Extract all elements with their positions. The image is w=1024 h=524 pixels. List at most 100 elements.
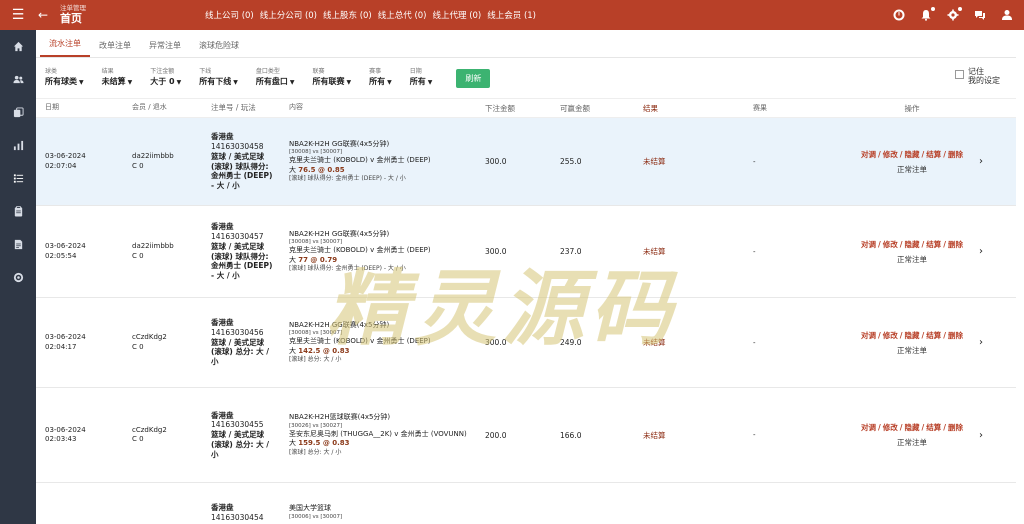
- filter-event[interactable]: 赛事 所有 ▼: [369, 69, 392, 87]
- bet-type-line: (滚球) 总分: 大 /: [211, 439, 269, 449]
- swap-button[interactable]: 对调: [861, 423, 876, 432]
- bet-time: 02:07:04: [45, 161, 77, 170]
- col-result: 结果: [643, 103, 658, 113]
- member-name: da22iimbbb: [132, 242, 174, 251]
- sidebar-item-bets[interactable]: [0, 162, 36, 195]
- date-cell: 03-06-2024 02:05:54: [36, 242, 132, 260]
- chevron-right-icon[interactable]: ›: [971, 430, 991, 441]
- league-name: 美国大学篮球: [289, 504, 331, 513]
- bell-icon[interactable]: [919, 7, 935, 22]
- sidebar-item-home[interactable]: [0, 30, 36, 63]
- filter-value: 大于 0: [150, 76, 175, 86]
- sidebar-item-users[interactable]: [0, 63, 36, 96]
- delete-button[interactable]: 删除: [948, 240, 963, 249]
- market-type: 香港盘: [211, 410, 234, 420]
- settle-button[interactable]: 结算: [926, 423, 941, 432]
- bet-type-line: 小: [211, 357, 219, 367]
- caret-down-icon: ▼: [387, 78, 392, 86]
- edit-button[interactable]: 修改: [883, 331, 898, 340]
- hide-button[interactable]: 隐藏: [905, 331, 920, 340]
- market-type: 香港盘: [211, 132, 234, 142]
- online-shareholder-link[interactable]: 线上股东 (0): [323, 9, 372, 21]
- online-member-link[interactable]: 线上会员 (1): [487, 9, 536, 21]
- online-company-link[interactable]: 线上公司 (0): [205, 9, 254, 21]
- filter-value: 所有盘口: [255, 76, 288, 86]
- back-arrow-icon[interactable]: ←: [36, 8, 50, 22]
- settings-icon[interactable]: [946, 7, 962, 22]
- sidebar-item-copy[interactable]: [0, 96, 36, 129]
- hide-button[interactable]: 隐藏: [905, 423, 920, 432]
- tab-abnormal-bets[interactable]: 异常注单: [140, 40, 190, 57]
- hide-button[interactable]: 隐藏: [905, 240, 920, 249]
- chevron-right-icon[interactable]: ›: [971, 156, 991, 167]
- bet-amount: 200.0: [485, 430, 507, 440]
- copy-icon: [13, 107, 24, 118]
- filter-date[interactable]: 日期 所有 ▼: [410, 69, 433, 87]
- col-order: 注单号 / 玩法: [211, 103, 256, 113]
- table-row[interactable]: 03-06-2024 02:07:04 da22iimbbb C 0 香港盘 141630…: [36, 118, 1016, 206]
- table-row[interactable]: 03-06-2024 02:05:54 da22iimbbb C 0 香港盘 141630…: [36, 206, 1016, 298]
- bet-odds-line: 大 142.5 @ 0.83: [289, 347, 485, 356]
- delete-button[interactable]: 删除: [948, 423, 963, 432]
- action-links: 对调 / 修改 / 隐藏 / 结算 / 删除: [861, 330, 963, 340]
- sidebar-item-security[interactable]: [0, 261, 36, 294]
- swap-button[interactable]: 对调: [861, 331, 876, 340]
- settle-button[interactable]: 结算: [926, 150, 941, 159]
- caret-down-icon: ▼: [346, 78, 352, 86]
- edit-button[interactable]: 修改: [883, 240, 898, 249]
- tab-live-danger-ball[interactable]: 滚球危险球: [190, 40, 248, 57]
- edit-button[interactable]: 修改: [883, 423, 898, 432]
- filter-sport[interactable]: 球类 所有球类 ▼: [45, 69, 84, 87]
- hide-button[interactable]: 隐藏: [905, 150, 920, 159]
- filter-label: 下线: [199, 68, 212, 76]
- sidebar-item-reports[interactable]: [0, 129, 36, 162]
- refresh-button[interactable]: 刷新: [456, 68, 491, 88]
- remember-label: 记住 我的设定: [968, 67, 1000, 85]
- table-row[interactable]: 香港盘 14163030454 美国大学篮球 [30006] vs [30007]: [36, 483, 1016, 524]
- bet-odds-line: 大 159.5 @ 0.83: [289, 439, 485, 448]
- filter-result[interactable]: 结果 未结算 ▼: [102, 69, 133, 87]
- online-general-agent-link[interactable]: 线上总代 (0): [378, 9, 427, 21]
- bet-type-line: - 大 / 小: [211, 181, 240, 190]
- tab-flow-bets[interactable]: 流水注单: [40, 38, 90, 57]
- delete-button[interactable]: 删除: [948, 331, 963, 340]
- member-rebate: C 0: [132, 435, 144, 443]
- col-member: 会员 / 退水: [132, 103, 167, 112]
- match-teams: 克里夫兰骑士 (KOBOLD) v 金州勇士 (DEEP): [289, 337, 431, 346]
- filter-market-type[interactable]: 盘口类型 所有盘口 ▼: [256, 69, 295, 87]
- bet-type-line: (滚球) 球队得分:: [211, 161, 269, 171]
- bet-detail: [滚球] 球队得分: 金州勇士 (DEEP) - 大 / 小: [289, 175, 406, 183]
- bet-amount: 300.0: [485, 157, 507, 166]
- chat-icon[interactable]: [973, 8, 987, 22]
- remember-checkbox[interactable]: [955, 70, 964, 79]
- edit-button[interactable]: 修改: [883, 150, 898, 159]
- online-agent-link[interactable]: 线上代理 (0): [433, 9, 482, 21]
- filter-bet-amount[interactable]: 下注金额 大于 0 ▼: [150, 69, 181, 87]
- main-content: 流水注单 改单注单 异常注单 滚球危险球 球类 所有球类 ▼ 结果 未结算 ▼ 下注…: [36, 30, 1016, 524]
- bet-type-line: 金州勇士 (DEEP): [211, 261, 273, 271]
- settle-button[interactable]: 结算: [926, 240, 941, 249]
- user-icon[interactable]: [1000, 8, 1014, 22]
- col-content: 内容: [289, 103, 303, 112]
- settle-button[interactable]: 结算: [926, 331, 941, 340]
- filter-downline[interactable]: 下线 所有下线 ▼: [199, 69, 238, 87]
- league-name: NBA2K-H2H篮球联赛(4x5分钟): [289, 413, 391, 422]
- swap-button[interactable]: 对调: [861, 240, 876, 249]
- filter-league[interactable]: 联赛 所有联赛 ▼: [312, 69, 351, 87]
- remember-settings[interactable]: 记住 我的设定: [955, 67, 1000, 86]
- delete-button[interactable]: 删除: [948, 150, 963, 159]
- bet-status: 正常注单: [897, 438, 927, 447]
- swap-button[interactable]: 对调: [861, 150, 876, 159]
- sidebar-item-clipboard[interactable]: [0, 195, 36, 228]
- tab-modified-bets[interactable]: 改单注单: [90, 40, 140, 57]
- chevron-right-icon[interactable]: ›: [971, 246, 991, 257]
- menu-icon[interactable]: ☰: [0, 0, 36, 30]
- speedometer-icon[interactable]: [892, 8, 906, 22]
- bet-date: 03-06-2024: [45, 152, 86, 161]
- sidebar-item-report[interactable]: [0, 228, 36, 261]
- online-branch-link[interactable]: 线上分公司 (0): [260, 9, 317, 21]
- bet-status: 正常注单: [897, 345, 927, 355]
- table-row[interactable]: 03-06-2024 02:04:17 cCzdKdg2 C 0 香港盘 14163030…: [36, 298, 1016, 388]
- table-row[interactable]: 03-06-2024 02:03:43 cCzdKdg2 C 0 香港盘 14163030…: [36, 388, 1016, 483]
- chevron-right-icon[interactable]: ›: [971, 337, 991, 348]
